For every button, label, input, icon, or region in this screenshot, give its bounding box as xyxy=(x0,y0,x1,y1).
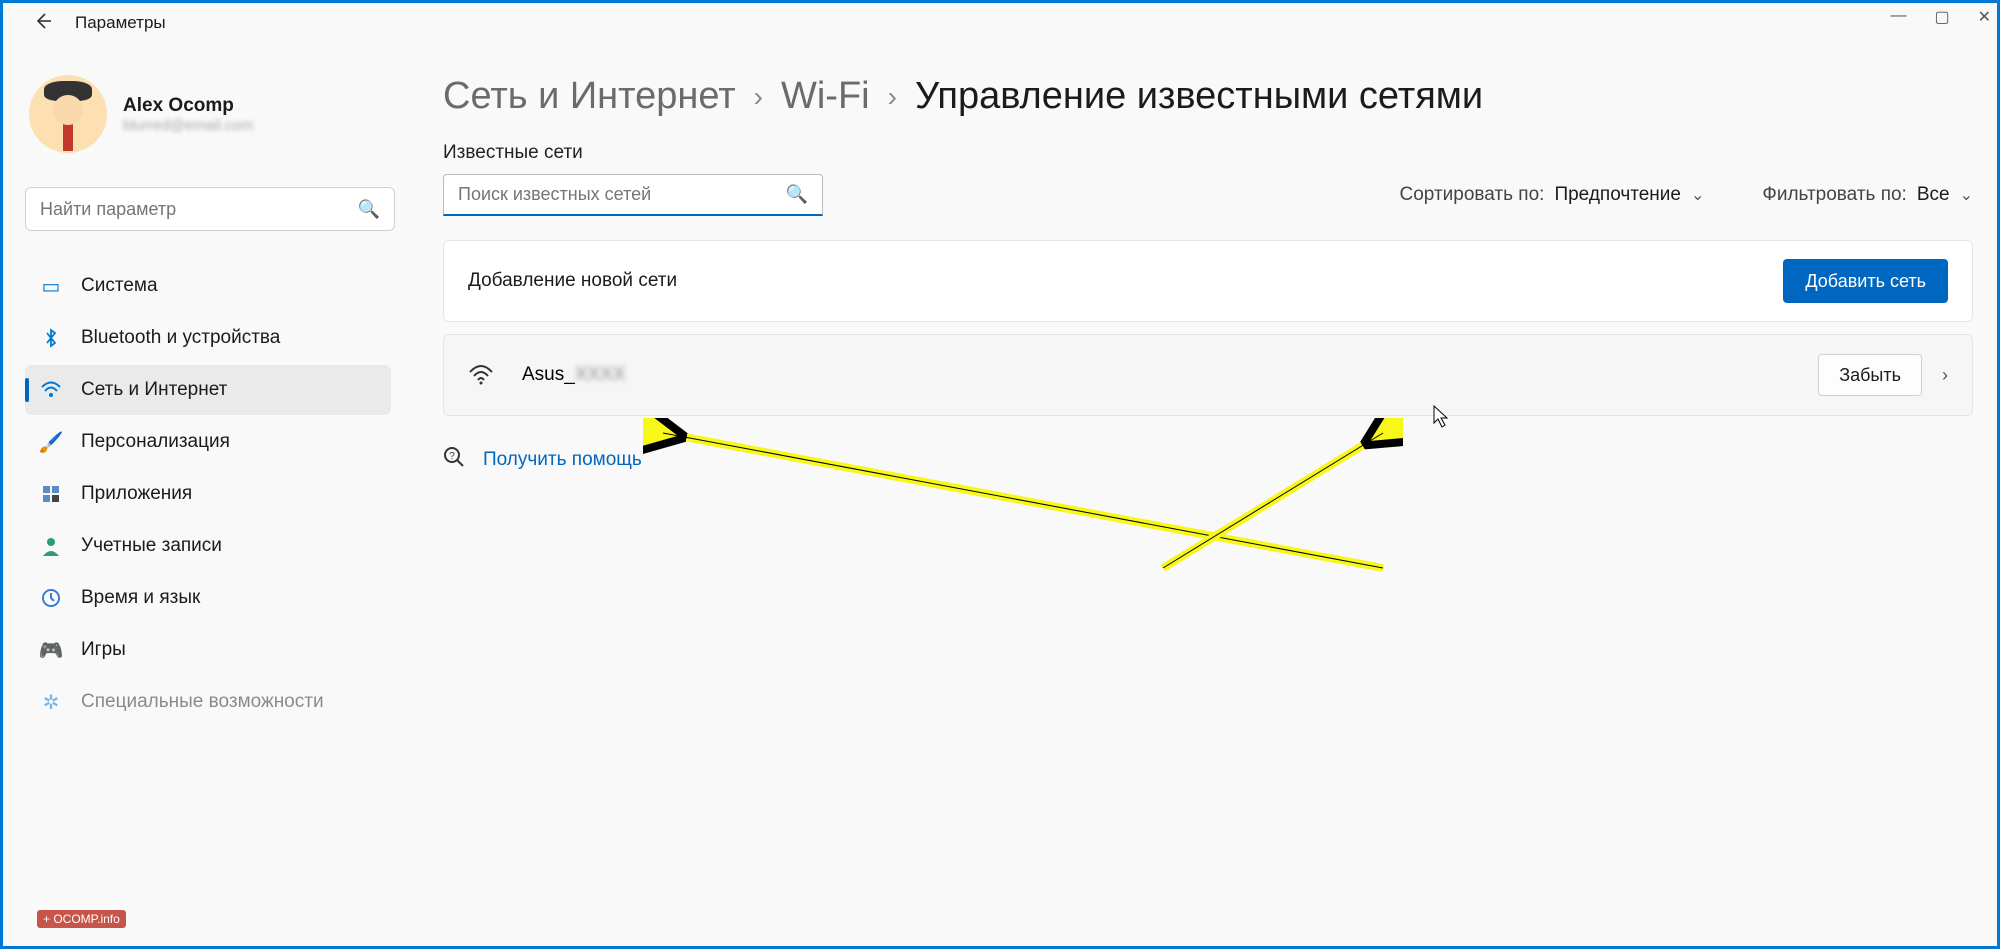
nav: ▭ Система Bluetooth и устройства Сеть и … xyxy=(25,261,391,727)
help-row: ? Получить помощь xyxy=(443,446,1973,473)
person-icon xyxy=(39,534,63,558)
search-input[interactable] xyxy=(40,199,358,220)
breadcrumb-link[interactable]: Wi-Fi xyxy=(781,75,870,118)
svg-text:?: ? xyxy=(449,451,455,462)
filter-value: Все xyxy=(1917,184,1950,206)
back-button[interactable] xyxy=(29,7,57,35)
help-link[interactable]: Получить помощь xyxy=(483,449,642,471)
titlebar: Параметры — ▢ ✕ xyxy=(3,3,1997,35)
sort-dropdown[interactable]: Сортировать по: Предпочтение ⌄ xyxy=(1400,184,1705,206)
watermark: + OCOMP.info xyxy=(37,910,126,928)
clock-icon xyxy=(39,586,63,610)
sidebar-item-label: Специальные возможности xyxy=(81,691,324,713)
known-search-input[interactable] xyxy=(458,184,786,205)
chevron-down-icon: ⌄ xyxy=(1691,185,1704,205)
apps-icon xyxy=(39,482,63,506)
sidebar-item-accounts[interactable]: Учетные записи xyxy=(25,521,391,571)
maximize-button[interactable]: ▢ xyxy=(1934,7,1949,27)
chevron-right-icon[interactable]: › xyxy=(1942,365,1948,386)
breadcrumb-link[interactable]: Сеть и Интернет xyxy=(443,75,736,118)
sidebar: Alex Ocomp blurred@email.com 🔍 ▭ Система… xyxy=(3,35,403,946)
sidebar-item-label: Bluetooth и устройства xyxy=(81,327,280,349)
search-icon: 🔍 xyxy=(358,199,380,220)
user-email: blurred@email.com xyxy=(123,117,253,134)
avatar xyxy=(29,75,107,153)
sidebar-search[interactable]: 🔍 xyxy=(25,187,395,231)
window-controls: — ▢ ✕ xyxy=(1890,7,1991,27)
sidebar-item-network[interactable]: Сеть и Интернет xyxy=(25,365,391,415)
sidebar-item-accessibility[interactable]: ✲ Специальные возможности xyxy=(25,677,391,727)
add-network-card: Добавление новой сети Добавить сеть xyxy=(443,240,1973,322)
wifi-icon xyxy=(39,378,63,402)
sidebar-item-personalization[interactable]: 🖌️ Персонализация xyxy=(25,417,391,467)
display-icon: ▭ xyxy=(39,274,63,298)
close-button[interactable]: ✕ xyxy=(1978,7,1991,27)
sidebar-item-label: Сеть и Интернет xyxy=(81,379,227,401)
wifi-icon xyxy=(468,362,494,388)
sidebar-item-gaming[interactable]: 🎮 Игры xyxy=(25,625,391,675)
sidebar-item-bluetooth[interactable]: Bluetooth и устройства xyxy=(25,313,391,363)
sidebar-item-label: Учетные записи xyxy=(81,535,222,557)
sidebar-item-label: Приложения xyxy=(81,483,192,505)
cursor-icon xyxy=(1433,405,1451,429)
filter-label: Фильтровать по: xyxy=(1762,184,1906,206)
search-icon: 🔍 xyxy=(786,184,808,205)
known-toolbar: 🔍 Сортировать по: Предпочтение ⌄ Фильтро… xyxy=(443,174,1973,216)
section-label: Известные сети xyxy=(443,142,1973,164)
forget-button[interactable]: Забыть xyxy=(1818,354,1922,396)
chevron-right-icon: › xyxy=(754,81,763,113)
filter-dropdown[interactable]: Фильтровать по: Все ⌄ xyxy=(1762,184,1973,206)
sidebar-item-time[interactable]: Время и язык xyxy=(25,573,391,623)
accessibility-icon: ✲ xyxy=(39,690,63,714)
minimize-button[interactable]: — xyxy=(1890,7,1906,27)
sidebar-item-label: Система xyxy=(81,275,158,297)
sidebar-item-label: Персонализация xyxy=(81,431,230,453)
sort-label: Сортировать по: xyxy=(1400,184,1545,206)
bluetooth-icon xyxy=(39,326,63,350)
sort-value: Предпочтение xyxy=(1554,184,1681,206)
window-title: Параметры xyxy=(75,13,166,33)
chevron-down-icon: ⌄ xyxy=(1960,185,1973,205)
gamepad-icon: 🎮 xyxy=(39,638,63,662)
user-panel[interactable]: Alex Ocomp blurred@email.com xyxy=(25,75,391,153)
main-content: Сеть и Интернет › Wi-Fi › Управление изв… xyxy=(403,35,1997,946)
user-name: Alex Ocomp xyxy=(123,95,253,117)
add-network-label: Добавление новой сети xyxy=(468,270,677,292)
known-search[interactable]: 🔍 xyxy=(443,174,823,216)
breadcrumb-current: Управление известными сетями xyxy=(915,75,1483,118)
network-name: Asus_XXXX xyxy=(522,364,626,386)
brush-icon: 🖌️ xyxy=(39,430,63,454)
add-network-button[interactable]: Добавить сеть xyxy=(1783,259,1948,303)
sidebar-item-system[interactable]: ▭ Система xyxy=(25,261,391,311)
sidebar-item-label: Игры xyxy=(81,639,126,661)
network-row[interactable]: Asus_XXXX Забыть › xyxy=(443,334,1973,416)
chevron-right-icon: › xyxy=(888,81,897,113)
help-icon: ? xyxy=(443,446,465,473)
sidebar-item-apps[interactable]: Приложения xyxy=(25,469,391,519)
sidebar-item-label: Время и язык xyxy=(81,587,200,609)
breadcrumb: Сеть и Интернет › Wi-Fi › Управление изв… xyxy=(443,75,1973,118)
